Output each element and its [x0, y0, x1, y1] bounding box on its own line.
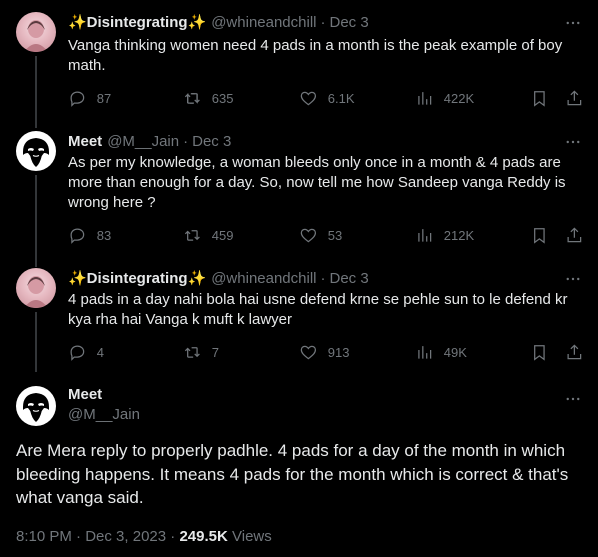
display-name[interactable]: ✨Disintegrating✨ [68, 13, 206, 31]
heart-icon [300, 345, 317, 360]
separator-dot: · [320, 269, 326, 287]
thread-line [35, 175, 37, 267]
views-button[interactable]: 49K [415, 343, 467, 362]
views-label: Views [232, 528, 272, 545]
view-count: 49K [443, 344, 467, 360]
tweet[interactable]: ✨Disintegrating✨ @whineandchill · Dec 3 … [0, 12, 598, 128]
views-button[interactable]: 212K [415, 226, 474, 245]
retweet-count: 7 [211, 344, 219, 360]
thread-line [35, 56, 37, 128]
reply-icon [70, 91, 85, 107]
more-icon[interactable] [564, 390, 582, 408]
bookmark-button[interactable] [530, 89, 549, 108]
like-count: 53 [327, 227, 343, 243]
action-bar: 87 635 6.1K 422K [68, 88, 584, 108]
like-count: 913 [327, 344, 350, 360]
handle[interactable]: @M__Jain [107, 133, 179, 150]
tweet-text: Vanga thinking women need 4 pads in a mo… [68, 37, 563, 74]
tweet-header: Meet @M__Jain · Dec 3 [68, 131, 231, 151]
handle[interactable]: @whineandchill [211, 270, 316, 287]
share-icon [567, 90, 582, 105]
more-icon[interactable] [564, 133, 582, 151]
share-button[interactable] [565, 226, 584, 245]
handle[interactable]: @M__Jain [68, 406, 140, 423]
avatar[interactable] [16, 386, 56, 426]
like-button[interactable]: 913 [299, 343, 349, 362]
reply-icon [70, 345, 85, 361]
retweet-button[interactable]: 459 [183, 226, 233, 245]
thread-line [35, 312, 37, 372]
reply-count: 83 [96, 227, 112, 243]
avatar[interactable] [16, 12, 56, 52]
tweet-text: 4 pads in a day nahi bola hai usne defen… [68, 291, 568, 328]
tweet-header: ✨Disintegrating✨ @whineandchill · Dec 3 [68, 12, 369, 32]
display-name[interactable]: Meet [68, 386, 102, 403]
share-icon [567, 227, 582, 242]
reply-button[interactable]: 87 [68, 89, 111, 108]
handle[interactable]: @whineandchill [211, 14, 316, 31]
reply-button[interactable]: 4 [68, 343, 104, 362]
analytics-icon [418, 91, 432, 105]
retweet-icon [184, 346, 200, 358]
bookmark-icon [534, 227, 545, 244]
separator-dot: · [320, 13, 326, 31]
reply-icon [70, 228, 85, 244]
tweet-meta: 8:10 PM · Dec 3, 2023 · 249.5K Views [16, 528, 272, 545]
like-count: 6.1K [327, 90, 355, 106]
reply-count: 87 [96, 90, 112, 106]
view-count: 422K [443, 90, 475, 106]
post-time[interactable]: 8:10 PM [16, 528, 72, 545]
bookmark-icon [534, 344, 545, 361]
retweet-icon [184, 229, 200, 241]
tweet-header: ✨Disintegrating✨ @whineandchill · Dec 3 [68, 268, 369, 288]
timestamp[interactable]: Dec 3 [330, 14, 369, 31]
retweet-count: 635 [211, 90, 234, 106]
timestamp[interactable]: Dec 3 [330, 270, 369, 287]
bookmark-button[interactable] [530, 343, 549, 362]
like-button[interactable]: 53 [299, 226, 342, 245]
view-count: 212K [443, 227, 475, 243]
reply-button[interactable]: 83 [68, 226, 111, 245]
retweet-button[interactable]: 7 [183, 343, 219, 362]
view-count: 249.5K [179, 528, 228, 545]
heart-icon [300, 91, 317, 106]
share-button[interactable] [565, 343, 584, 362]
retweet-button[interactable]: 635 [183, 89, 233, 108]
tweet-text: Are Mera reply to properly padhle. 4 pad… [16, 441, 569, 507]
views-button[interactable]: 422K [415, 89, 474, 108]
reply-count: 4 [96, 344, 104, 360]
bookmark-button[interactable] [530, 226, 549, 245]
retweet-count: 459 [211, 227, 234, 243]
more-icon[interactable] [564, 14, 582, 32]
analytics-icon [418, 228, 432, 242]
analytics-icon [418, 345, 432, 359]
display-name[interactable]: ✨Disintegrating✨ [68, 269, 206, 287]
avatar[interactable] [16, 268, 56, 308]
tweet[interactable]: Meet @M__Jain · Dec 3 As per my knowledg… [0, 131, 598, 267]
share-icon [567, 344, 582, 359]
heart-icon [300, 228, 317, 243]
post-date[interactable]: Dec 3, 2023 [85, 528, 166, 545]
separator-dot: · [183, 132, 189, 150]
retweet-icon [184, 92, 200, 104]
bookmark-icon [534, 90, 545, 107]
share-button[interactable] [565, 89, 584, 108]
action-bar: 83 459 53 212K [68, 225, 584, 245]
action-bar: 4 7 913 49K [68, 342, 584, 362]
focused-tweet: Meet @M__Jain Are Mera reply to properly… [0, 384, 598, 554]
separator-dot: · [76, 528, 86, 545]
like-button[interactable]: 6.1K [299, 89, 355, 108]
more-icon[interactable] [564, 270, 582, 288]
tweet-text: As per my knowledge, a woman bleeds only… [68, 154, 566, 211]
timestamp[interactable]: Dec 3 [192, 133, 231, 150]
tweet[interactable]: ✨Disintegrating✨ @whineandchill · Dec 3 … [0, 268, 598, 372]
display-name[interactable]: Meet [68, 133, 102, 150]
avatar[interactable] [16, 131, 56, 171]
